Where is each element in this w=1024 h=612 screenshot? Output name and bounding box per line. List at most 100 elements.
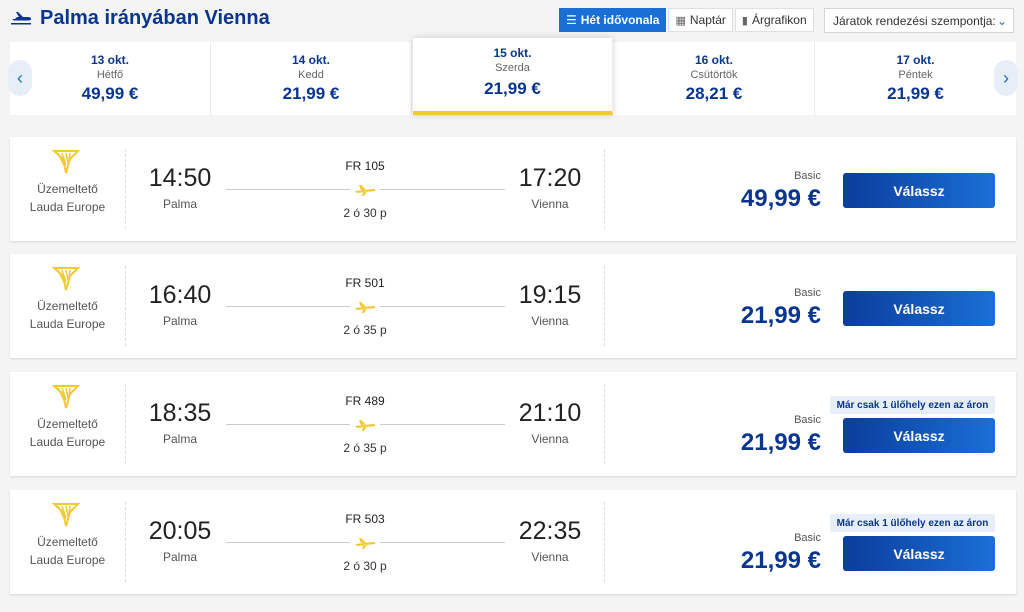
arrival-time: 22:35 — [518, 517, 582, 545]
arrival-city: Vienna — [531, 550, 569, 564]
flight-price: 21,99 € — [740, 547, 821, 574]
route-line — [226, 306, 350, 307]
operator-label: Üzemeltető Lauda Europe — [29, 182, 106, 214]
divider — [125, 149, 126, 229]
departure-city: Palma — [162, 432, 197, 446]
departure-time: 18:35 — [148, 399, 212, 427]
sort-label: Járatok rendezési szempontja: — [833, 13, 996, 28]
seat-availability-badge: Már csak 1 ülőhely ezen az áron — [830, 514, 995, 532]
ryanair-harp-logo — [52, 385, 80, 409]
flight-card: Üzemeltető Lauda Europe 18:35 Palma FR 4… — [10, 372, 1016, 476]
date-cell-13[interactable]: 13 okt. Hétfő 49,99 € — [10, 42, 211, 115]
flight-number: FR 105 — [345, 159, 385, 173]
divider — [125, 502, 126, 582]
fare-type: Basic — [794, 170, 821, 182]
arrival-time: 21:10 — [518, 399, 582, 427]
flight-card: Üzemeltető Lauda Europe 16:40 Palma FR 5… — [10, 254, 1016, 358]
weekday-label: Szerda — [495, 62, 530, 74]
arrival-city: Vienna — [531, 197, 569, 211]
flight-number: FR 489 — [345, 394, 385, 408]
departure-time: 16:40 — [148, 281, 212, 309]
route-line — [226, 424, 350, 425]
divider — [125, 266, 126, 346]
divider — [604, 266, 605, 346]
weekday-label: Csütörtök — [690, 69, 738, 81]
weekday-label: Hétfő — [96, 69, 124, 81]
list-icon: ☰ — [566, 13, 577, 27]
weekday-label: Péntek — [898, 69, 933, 81]
select-flight-button[interactable]: Válassz — [843, 291, 995, 326]
flight-card: Üzemeltető Lauda Europe 20:05 Palma FR 5… — [10, 490, 1016, 594]
arrival-city: Vienna — [531, 314, 569, 328]
divider — [125, 384, 126, 464]
date-label: 13 okt. — [90, 53, 129, 67]
view-week-timeline-button[interactable]: ☰ Hét idővonala — [559, 8, 667, 32]
divider — [604, 149, 605, 229]
arrival-time: 17:20 — [518, 164, 582, 192]
view-calendar-button[interactable]: ▦ Naptár — [668, 8, 733, 32]
ryanair-harp-logo — [52, 503, 80, 527]
plane-icon — [355, 538, 376, 549]
route-line — [380, 306, 505, 307]
date-price: 49,99 € — [81, 84, 139, 103]
chevron-left-icon: ‹ — [17, 67, 23, 88]
select-flight-button[interactable]: Válassz — [843, 536, 995, 571]
view-label: Naptár — [689, 13, 726, 27]
departure-time: 14:50 — [148, 164, 212, 192]
departure-city: Palma — [162, 197, 197, 211]
flight-price: 21,99 € — [740, 302, 821, 329]
ryanair-harp-logo — [52, 150, 80, 174]
view-label: Hét idővonala — [580, 13, 660, 27]
divider — [604, 502, 605, 582]
operator-label: Üzemeltető Lauda Europe — [29, 299, 106, 331]
operator-label: Üzemeltető Lauda Europe — [29, 417, 106, 449]
flight-number: FR 503 — [345, 512, 385, 526]
sort-dropdown[interactable]: Járatok rendezési szempontja: ⌄ — [824, 8, 1014, 33]
page-title: Palma irányában Vienna — [40, 7, 270, 29]
divider — [604, 384, 605, 464]
page-header: Palma irányában Vienna ☰ Hét idővonala ▦… — [0, 0, 1024, 38]
date-label: 15 okt. — [493, 46, 532, 60]
route-line — [226, 189, 350, 190]
flight-number: FR 501 — [345, 276, 385, 290]
view-price-chart-button[interactable]: ▮ Árgrafikon — [734, 8, 814, 32]
route-line — [380, 189, 505, 190]
date-cell-15-selected[interactable]: 15 okt. Szerda 21,99 € — [413, 38, 613, 115]
fare-type: Basic — [794, 532, 821, 544]
weekday-label: Kedd — [298, 69, 324, 81]
date-cell-17[interactable]: 17 okt. Péntek 21,99 € — [815, 42, 1016, 115]
date-price: 21,99 € — [484, 79, 541, 98]
calendar-icon: ▦ — [675, 14, 686, 27]
plane-icon — [11, 12, 31, 25]
flight-duration: 2 ó 30 p — [343, 206, 387, 220]
route-line — [226, 542, 350, 543]
chevron-down-icon: ⌄ — [996, 13, 1007, 28]
date-label: 17 okt. — [896, 53, 935, 67]
date-price: 21,99 € — [887, 84, 944, 103]
select-flight-button[interactable]: Válassz — [843, 418, 995, 453]
arrival-city: Vienna — [531, 432, 569, 446]
plane-icon — [355, 302, 376, 313]
fare-type: Basic — [794, 414, 821, 426]
plane-icon — [355, 420, 376, 431]
departure-city: Palma — [162, 550, 197, 564]
ryanair-harp-logo — [52, 267, 80, 291]
arrival-time: 19:15 — [518, 281, 582, 309]
seat-availability-badge: Már csak 1 ülőhely ezen az áron — [830, 396, 995, 414]
flight-duration: 2 ó 35 p — [343, 441, 387, 455]
operator-label: Üzemeltető Lauda Europe — [29, 535, 106, 567]
date-label: 14 okt. — [291, 53, 330, 67]
prev-dates-button[interactable]: ‹ — [8, 60, 32, 96]
date-cell-14[interactable]: 14 okt. Kedd 21,99 € — [211, 42, 412, 115]
flight-card: Üzemeltető Lauda Europe 14:50 Palma FR 1… — [10, 137, 1016, 241]
bar-chart-icon: ▮ — [741, 14, 748, 27]
select-flight-button[interactable]: Válassz — [843, 173, 995, 208]
flight-duration: 2 ó 30 p — [343, 559, 387, 573]
fare-type: Basic — [794, 287, 821, 299]
date-cell-16[interactable]: 16 okt. Csütörtök 28,21 € — [614, 42, 815, 115]
flight-price: 21,99 € — [740, 429, 821, 456]
next-dates-button[interactable]: › — [994, 60, 1018, 96]
date-label: 16 okt. — [694, 53, 733, 67]
view-label: Árgrafikon — [751, 13, 807, 27]
date-price: 21,99 € — [282, 84, 340, 103]
